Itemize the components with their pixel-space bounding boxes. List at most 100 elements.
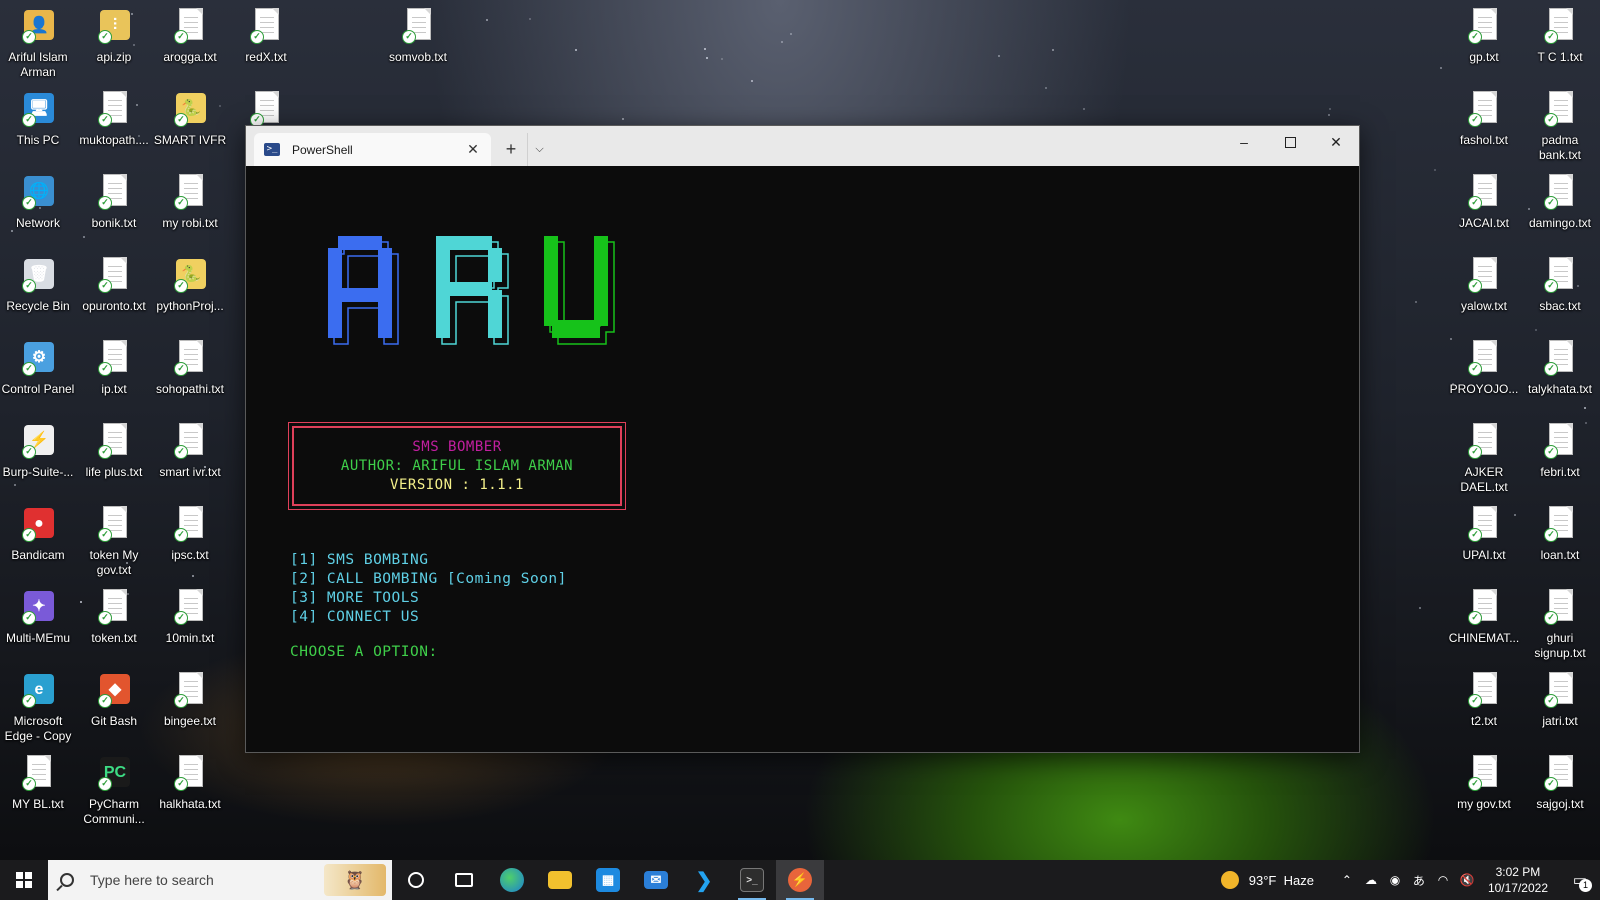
sync-check-icon: ✓ [98,279,112,293]
taskbar-store[interactable]: ▦ [584,860,632,900]
taskbar-burp-suite[interactable]: ⚡ [776,860,824,900]
taskbar-file-explorer[interactable] [536,860,584,900]
desktop-icon[interactable]: ✓ fashol.txt [1446,85,1522,163]
desktop-icon[interactable]: ✓ PROYOJO... [1446,334,1522,412]
desktop-icon[interactable]: ✓ sajgoj.txt [1522,749,1598,827]
desktop-icon[interactable]: ✓ loan.txt [1522,500,1598,578]
desktop-icon[interactable]: ✓ damingo.txt [1522,168,1598,246]
desktop-icon[interactable]: ✓ yalow.txt [1446,251,1522,329]
clock[interactable]: 3:02 PM 10/17/2022 [1488,864,1548,896]
input-prompt[interactable]: CHOOSE A OPTION: [290,644,438,660]
wifi-icon[interactable]: ◠ [1432,873,1454,887]
desktop-icon[interactable]: ✓ my gov.txt [1446,749,1522,827]
desktop-icon[interactable]: ✓ UPAI.txt [1446,500,1522,578]
start-button[interactable] [0,860,48,900]
maximize-button[interactable] [1267,126,1313,158]
weather-widget[interactable]: 93°F Haze [1220,871,1314,889]
desktop-icon[interactable]: 🐍 ✓ SMART IVFR [152,85,228,163]
taskbar-mail[interactable]: ✉ [632,860,680,900]
taskbar-terminal[interactable]: >_ [728,860,776,900]
webcam-icon[interactable]: ◉ [1384,873,1406,887]
desktop-icon[interactable]: ✓ gp.txt [1446,2,1522,80]
close-button[interactable]: ✕ [1313,126,1359,158]
sync-check-icon: ✓ [98,694,112,708]
desktop-icon[interactable]: ✓ bonik.txt [76,168,152,246]
desktop-icon[interactable]: ✓ t2.txt [1446,666,1522,744]
desktop-icon[interactable]: ✓ halkhata.txt [152,749,228,827]
sync-check-icon: ✓ [1544,694,1558,708]
onedrive-cloud-icon[interactable]: ☁ [1360,873,1382,887]
desktop-icon[interactable]: ✦ ✓ Multi-MEmu [0,583,76,661]
desktop-icon[interactable]: ● ✓ Bandicam [0,500,76,578]
desktop-icon[interactable]: ✓ T C 1.txt [1522,2,1598,80]
volume-muted-icon[interactable]: 🔇 [1456,873,1478,887]
desktop-icon[interactable]: ✓ somvob.txt [380,2,456,80]
language-icon[interactable]: あ [1408,872,1430,889]
search-highlight-owl-icon[interactable]: 🦉 [324,864,386,896]
desktop-icon[interactable]: ✓ 10min.txt [152,583,228,661]
desktop-icon[interactable]: 🗑 ✓ Recycle Bin [0,251,76,329]
task-view-button[interactable] [440,860,488,900]
tab-powershell[interactable]: >_ PowerShell ✕ [254,133,491,166]
desktop-icon-label: Recycle Bin [6,299,70,313]
desktop-icon[interactable]: ⫶ ✓ api.zip [76,2,152,80]
desktop-icon[interactable]: ✓ JACAI.txt [1446,168,1522,246]
network-icon: 🌐 ✓ [21,174,55,212]
desktop-icon-label: AJKER DAEL.txt [1460,465,1508,494]
desktop-icon[interactable]: ✓ bingee.txt [152,666,228,744]
desktop-icon[interactable]: ✓ ip.txt [76,334,152,412]
desktop-icon[interactable]: ⚙ ✓ Control Panel [0,334,76,412]
desktop-icon[interactable]: PC ✓ PyCharm Communi... [76,749,152,827]
text-file-icon: ✓ [1467,423,1501,461]
chevron-down-icon[interactable]: ⌵ [527,133,551,166]
desktop-icon[interactable]: ✓ smart ivr.txt [152,417,228,495]
desktop-icon[interactable]: ✓ MY BL.txt [0,749,76,827]
desktop-icon[interactable]: ✓ muktopath.... [76,85,152,163]
desktop-icon[interactable]: 🐍 ✓ pythonProj... [152,251,228,329]
desktop-icon[interactable]: ✓ redX.txt [228,2,304,80]
taskbar-vscode[interactable]: ❯ [680,860,728,900]
desktop-icon[interactable]: 🖥 ✓ This PC [0,85,76,163]
desktop-icon[interactable]: ✓ token My gov.txt [76,500,152,578]
menu-option-2: [2] CALL BOMBING [Coming Soon] [290,571,567,587]
desktop-icon[interactable]: ⚡ ✓ Burp-Suite-... [0,417,76,495]
terminal-area[interactable]: SMS BOMBER AUTHOR: ARIFUL ISLAM ARMAN VE… [246,166,1359,752]
text-file-icon: ✓ [1543,672,1577,710]
desktop-icon[interactable]: ✓ padma bank.txt [1522,85,1598,163]
text-file-icon: ✓ [1467,589,1501,627]
desktop-icon-label: JACAI.txt [1458,216,1509,230]
desktop-icon[interactable]: ✓ arogga.txt [152,2,228,80]
minimize-button[interactable]: – [1221,126,1267,158]
desktop-icon[interactable]: ✓ life plus.txt [76,417,152,495]
desktop-icon[interactable]: 🌐 ✓ Network [0,168,76,246]
desktop-icon[interactable]: ✓ CHINEMAT... [1446,583,1522,661]
desktop-icon[interactable]: ✓ febri.txt [1522,417,1598,495]
desktop-icon[interactable]: ✓ my robi.txt [152,168,228,246]
desktop-icon[interactable]: 👤 ✓ Ariful Islam Arman [0,2,76,80]
desktop-icon-label: halkhata.txt [159,797,221,811]
desktop-icon[interactable]: ✓ talykhata.txt [1522,334,1598,412]
new-tab-button[interactable]: + [495,133,527,166]
python-file-icon: 🐍 ✓ [173,91,207,129]
desktop-icon[interactable]: ✓ jatri.txt [1522,666,1598,744]
folder-icon [548,871,572,889]
sync-check-icon: ✓ [1468,279,1482,293]
taskbar-search[interactable]: Type here to search 🦉 [48,860,392,900]
cortana-button[interactable] [392,860,440,900]
desktop-icon[interactable]: ✓ AJKER DAEL.txt [1446,417,1522,495]
notification-button[interactable]: ▭ 1 [1560,860,1600,900]
desktop-icon[interactable]: ✓ ipsc.txt [152,500,228,578]
tab-close-icon[interactable]: ✕ [465,141,481,158]
desktop-icon[interactable]: ✓ sohopathi.txt [152,334,228,412]
sync-check-icon: ✓ [22,196,36,210]
desktop-icon[interactable]: ✓ token.txt [76,583,152,661]
menu-option-1: [1] SMS BOMBING [290,552,429,568]
desktop-icon[interactable]: ✓ sbac.txt [1522,251,1598,329]
window-titlebar[interactable]: >_ PowerShell ✕ + ⌵ – ✕ [246,126,1359,166]
desktop-icon[interactable]: ◆ ✓ Git Bash [76,666,152,744]
taskbar-edge[interactable] [488,860,536,900]
chevron-up-icon[interactable]: ⌃ [1336,873,1358,887]
desktop-icon[interactable]: ✓ opuronto.txt [76,251,152,329]
desktop-icon[interactable]: ✓ ghuri signup.txt [1522,583,1598,661]
desktop-icon[interactable]: e ✓ Microsoft Edge - Copy [0,666,76,744]
